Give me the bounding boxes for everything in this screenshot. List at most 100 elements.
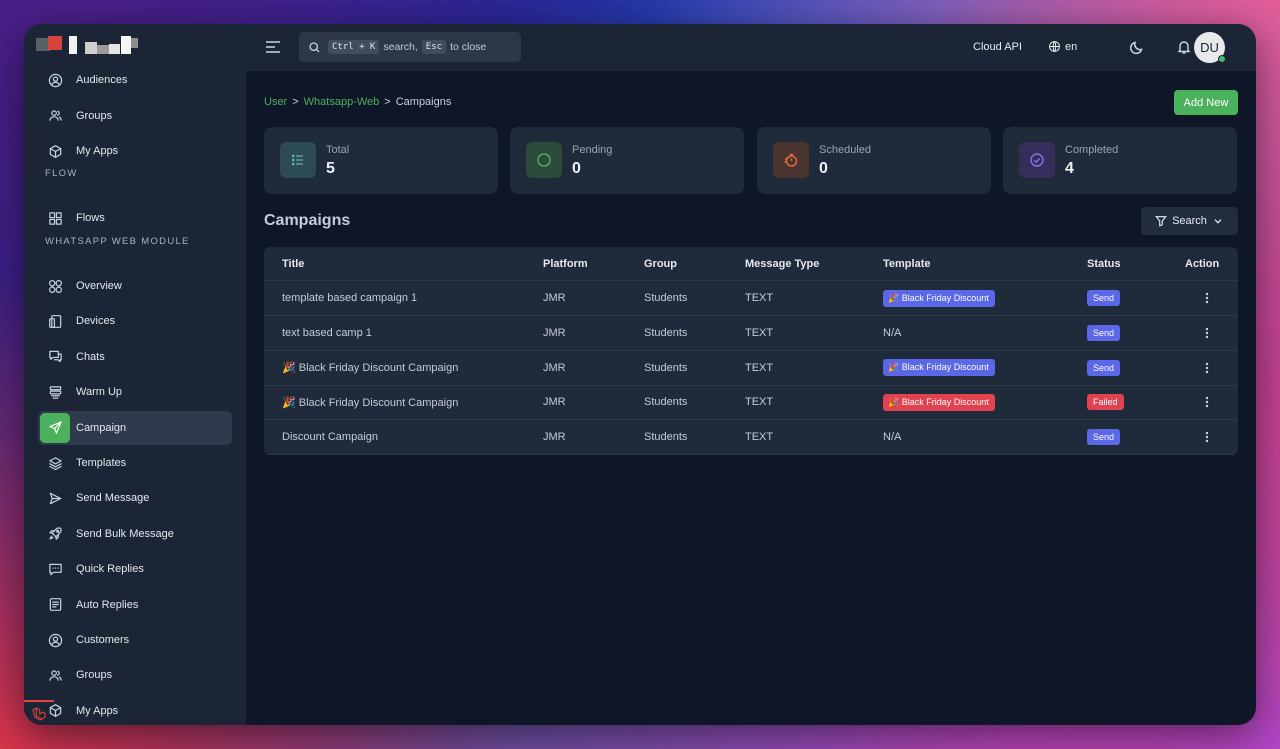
table-row: 🎉 Black Friday Discount Campaign JMR Stude… — [264, 351, 1238, 386]
filter-icon — [1155, 216, 1167, 227]
user-circle-icon — [40, 625, 70, 655]
rocket-icon — [40, 519, 70, 549]
language-selector[interactable]: en — [1048, 40, 1077, 53]
search-icon — [309, 41, 320, 52]
table-row: text based camp 1 JMR Students TEXT N/A Send — [264, 316, 1238, 351]
column-header-group: Group — [644, 257, 677, 270]
search-filter-button[interactable]: Search — [1141, 207, 1238, 235]
sidebar-item-send-message[interactable]: Send Message — [38, 481, 232, 515]
cell-status: Send — [1087, 420, 1121, 454]
stat-value: 0 — [572, 160, 581, 177]
list-icon — [280, 142, 316, 178]
sidebar-item-label: My Apps — [76, 145, 119, 157]
cloud-api-link[interactable]: Cloud API — [973, 41, 1022, 53]
breadcrumb: User > Whatsapp-Web > Campaigns — [264, 96, 451, 108]
cell-template: 🎉 Black Friday Discount — [883, 385, 995, 419]
sidebar-item-label: Customers — [76, 634, 130, 646]
sidebar-item-devices[interactable]: Devices — [38, 304, 232, 338]
sidebar-item-my-apps[interactable]: My Apps — [38, 134, 232, 168]
shortcut-key-close: Esc — [421, 40, 447, 54]
cell-action — [1200, 351, 1214, 385]
dark-mode-moon-icon[interactable] — [1129, 39, 1145, 55]
main-content: User > Whatsapp-Web > Campaigns Add New … — [246, 71, 1256, 725]
section-title: Campaigns — [264, 212, 351, 229]
sidebar-item-label: Templates — [76, 457, 127, 469]
stat-value: 4 — [1065, 160, 1074, 177]
cell-title: 🎉 Black Friday Discount Campaign — [282, 396, 459, 409]
kebab-menu-icon[interactable] — [1200, 395, 1214, 409]
avatar-initials: DU — [1200, 40, 1219, 55]
circle-icon — [526, 142, 562, 178]
sidebar-item-flows[interactable]: Flows — [38, 201, 232, 235]
sidebar-item-groups[interactable]: Groups — [38, 658, 232, 692]
stat-label: Completed — [1065, 144, 1119, 156]
sidebar-item-label: Groups — [76, 669, 113, 682]
user-avatar[interactable]: DU — [1194, 32, 1226, 63]
kebab-menu-icon[interactable] — [1200, 291, 1214, 305]
cell-platform: JMR — [543, 292, 566, 304]
sidebar-item-send-bulk-message[interactable]: Send Bulk Message — [38, 517, 232, 551]
app-logo — [36, 36, 140, 56]
sidebar-item-warm-up[interactable]: Warm Up — [38, 375, 232, 409]
cell-title: text based camp 1 — [282, 326, 372, 339]
status-badge: Failed — [1087, 394, 1124, 411]
column-header-template: Template — [883, 257, 931, 270]
grid-icon — [40, 203, 70, 233]
shortcut-key-search: Ctrl + K — [328, 40, 380, 54]
sidebar-item-my-apps[interactable]: My Apps — [38, 694, 232, 725]
sidebar-item-chats[interactable]: Chats — [38, 340, 232, 374]
stat-card-completed: Completed 4 — [1003, 127, 1237, 194]
chevron-down-icon — [1214, 219, 1222, 224]
cell-message-type: TEXT — [745, 326, 774, 339]
notification-bell-icon[interactable] — [1176, 39, 1192, 55]
sidebar: Audiences Groups My Apps FLOW Flows WHATSAPP … — [24, 24, 246, 725]
stat-label: Total — [326, 144, 350, 156]
sidebar-item-audiences[interactable]: Audiences — [38, 63, 232, 97]
sidebar-item-customers[interactable]: Customers — [38, 623, 232, 657]
cell-status: Failed — [1087, 385, 1124, 419]
sidebar-item-campaign[interactable]: Campaign — [38, 410, 232, 445]
stat-card-scheduled: Scheduled 0 — [757, 127, 991, 194]
kebab-menu-icon[interactable] — [1200, 430, 1214, 444]
sidebar-item-label: Campaign — [76, 421, 127, 434]
menu-toggle-icon[interactable] — [264, 38, 282, 56]
app-window: Audiences Groups My Apps FLOW Flows WHATSAPP … — [24, 24, 1256, 725]
sidebar-item-label: Auto Replies — [76, 598, 139, 611]
breadcrumb-whatsapp-web[interactable]: Whatsapp-Web — [304, 96, 380, 108]
cell-title: 🎉 Black Friday Discount Campaign — [282, 362, 459, 375]
stat-label: Pending — [572, 144, 613, 156]
sidebar-item-label: Quick Replies — [76, 563, 144, 576]
cell-platform: JMR — [543, 326, 566, 339]
search-button-label: Search — [1172, 215, 1207, 227]
status-badge: Send — [1087, 324, 1121, 341]
cell-group: Students — [644, 431, 688, 444]
add-new-button[interactable]: Add New — [1174, 90, 1238, 115]
cell-message-type: TEXT — [745, 361, 774, 374]
sidebar-item-label: Warm Up — [76, 386, 123, 399]
circles-grid-icon — [40, 271, 70, 301]
breadcrumb-separator: > — [292, 96, 299, 108]
cube-icon — [40, 136, 70, 166]
sidebar-item-groups[interactable]: Groups — [38, 99, 232, 133]
sidebar-item-overview[interactable]: Overview — [38, 269, 232, 303]
search-hint-text: search, — [383, 41, 418, 53]
kebab-menu-icon[interactable] — [1200, 361, 1214, 375]
cell-template: N/A — [883, 431, 902, 444]
cell-group: Students — [644, 326, 688, 339]
cell-group: Students — [644, 292, 688, 304]
sidebar-item-label: Send Bulk Message — [76, 527, 174, 540]
cell-title: Discount Campaign — [282, 431, 378, 444]
stat-value: 0 — [819, 160, 828, 177]
status-badge: Send — [1087, 429, 1121, 446]
laravel-logo-icon — [24, 700, 54, 725]
breadcrumb-user[interactable]: User — [264, 96, 287, 108]
sidebar-item-quick-replies[interactable]: Quick Replies — [38, 552, 232, 586]
sidebar-item-auto-replies[interactable]: Auto Replies — [38, 588, 232, 622]
kebab-menu-icon[interactable] — [1200, 326, 1214, 340]
language-label: en — [1065, 40, 1078, 53]
check-circle-icon — [1019, 142, 1055, 178]
status-badge: Send — [1087, 359, 1121, 376]
search-box[interactable]: Ctrl + K search, Esc to close — [299, 32, 521, 62]
sidebar-item-templates[interactable]: Templates — [38, 446, 232, 480]
cell-template: N/A — [883, 326, 902, 339]
